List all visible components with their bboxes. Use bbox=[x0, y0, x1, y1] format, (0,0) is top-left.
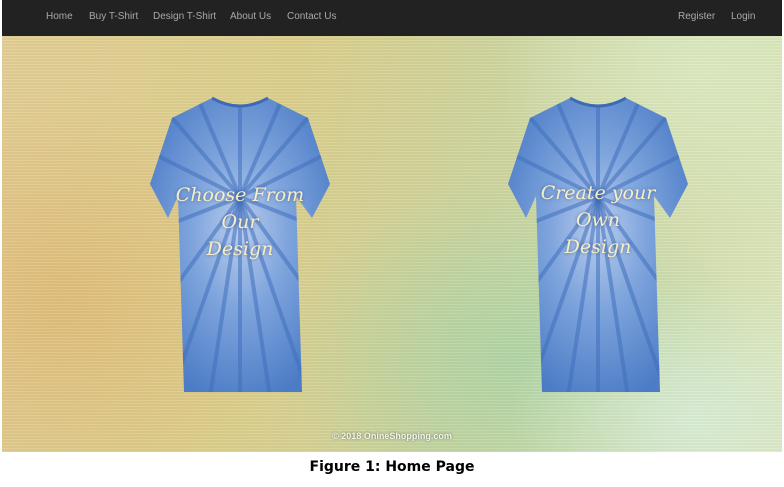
choose-design-line-1: Choose From bbox=[175, 184, 305, 206]
nav-register-link[interactable]: Register bbox=[678, 11, 715, 22]
create-design-line-3: Design bbox=[564, 236, 632, 258]
nav-about-us-link[interactable]: About Us bbox=[230, 11, 271, 22]
nav-contact-us-link[interactable]: Contact Us bbox=[287, 11, 336, 22]
figure-caption: Figure 1: Home Page bbox=[309, 459, 475, 475]
nav-login-link[interactable]: Login bbox=[731, 11, 755, 22]
top-navbar: Home Buy T-Shirt Design T-Shirt About Us… bbox=[2, 0, 782, 36]
create-design-tshirt[interactable]: Create your Own Design bbox=[508, 92, 688, 397]
choose-design-line-2: Our bbox=[221, 211, 259, 233]
create-design-line-1: Create your bbox=[540, 182, 656, 204]
nav-buy-tshirt-link[interactable]: Buy T-Shirt bbox=[89, 11, 138, 22]
create-design-text: Create your Own Design bbox=[508, 180, 688, 261]
nav-home-link[interactable]: Home bbox=[46, 11, 73, 22]
choose-design-text: Choose From Our Design bbox=[150, 182, 330, 263]
webpage-screenshot: Home Buy T-Shirt Design T-Shirt About Us… bbox=[2, 0, 782, 452]
choose-design-line-3: Design bbox=[206, 238, 274, 260]
choose-design-tshirt[interactable]: Choose From Our Design bbox=[150, 92, 330, 397]
copyright-footer: © 2018 OnineShopping.com bbox=[332, 431, 452, 441]
nav-design-tshirt-link[interactable]: Design T-Shirt bbox=[153, 11, 216, 22]
create-design-line-2: Own bbox=[575, 209, 621, 231]
